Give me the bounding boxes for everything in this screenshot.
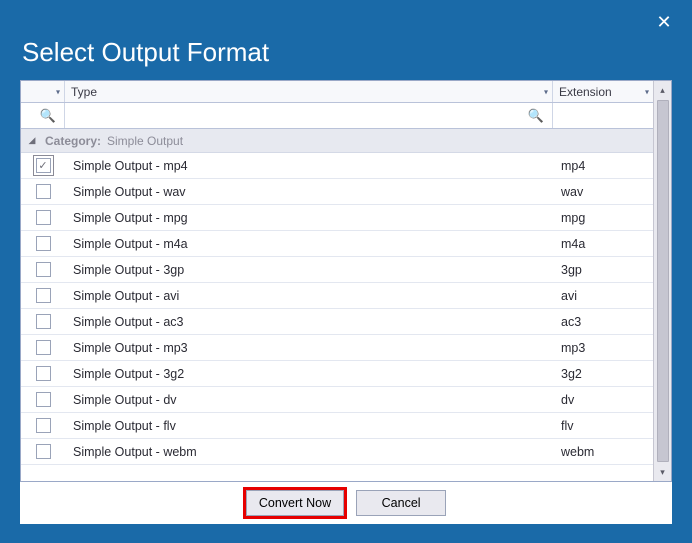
table-row[interactable]: Simple Output - mp3mp3 <box>21 335 653 361</box>
table-row[interactable]: Simple Output - flvflv <box>21 413 653 439</box>
row-extension-cell: 3gp <box>553 257 653 282</box>
row-check-cell <box>21 205 65 230</box>
row-extension-cell: ac3 <box>553 309 653 334</box>
table-row[interactable]: Simple Output - wavwav <box>21 179 653 205</box>
table-row[interactable]: Simple Output - m4am4a <box>21 231 653 257</box>
row-checkbox[interactable] <box>36 340 51 355</box>
title-bar: Select Output Format ✕ <box>2 2 690 80</box>
row-type-cell: Simple Output - mp3 <box>65 335 553 360</box>
row-extension-cell: mpg <box>553 205 653 230</box>
row-type-cell: Simple Output - ac3 <box>65 309 553 334</box>
table-row[interactable]: Simple Output - ac3ac3 <box>21 309 653 335</box>
row-type-cell: Simple Output - flv <box>65 413 553 438</box>
row-extension-cell: m4a <box>553 231 653 256</box>
row-check-cell <box>21 179 65 204</box>
table-row[interactable]: Simple Output - 3g23g2 <box>21 361 653 387</box>
dialog-title: Select Output Format <box>22 37 269 80</box>
dialog-content: ▾ Type ▾ Extension ▾ 🔍 <box>20 80 672 524</box>
filter-extension-input[interactable] <box>557 106 653 126</box>
vertical-scrollbar[interactable]: ▴ ▾ <box>653 81 671 481</box>
header-extension-column[interactable]: Extension ▾ <box>553 81 653 102</box>
row-checkbox[interactable] <box>36 158 51 173</box>
table-row[interactable]: Simple Output - dvdv <box>21 387 653 413</box>
row-checkbox[interactable] <box>36 366 51 381</box>
grid: ▾ Type ▾ Extension ▾ 🔍 <box>20 80 672 482</box>
filter-type-cell: 🔍 <box>65 103 553 128</box>
row-checkbox[interactable] <box>36 210 51 225</box>
group-name: Simple Output <box>107 134 183 148</box>
row-extension-cell: 3g2 <box>553 361 653 386</box>
row-checkbox[interactable] <box>36 314 51 329</box>
scroll-thumb[interactable] <box>657 100 669 462</box>
row-extension-cell: webm <box>553 439 653 464</box>
row-type-cell: Simple Output - m4a <box>65 231 553 256</box>
row-checkbox[interactable] <box>36 444 51 459</box>
grid-filter-row: 🔍 🔍 🔍 <box>21 103 653 129</box>
row-check-cell <box>21 231 65 256</box>
row-check-cell <box>21 153 65 178</box>
row-check-cell <box>21 283 65 308</box>
row-type-cell: Simple Output - wav <box>65 179 553 204</box>
collapse-icon[interactable]: ◢ <box>25 134 39 148</box>
dialog-footer: Convert Now Cancel <box>20 482 672 524</box>
row-type-cell: Simple Output - 3g2 <box>65 361 553 386</box>
filter-extension-cell: 🔍 <box>553 103 653 128</box>
row-check-cell <box>21 335 65 360</box>
filter-type-input[interactable] <box>69 106 524 126</box>
grid-header-row: ▾ Type ▾ Extension ▾ <box>21 81 653 103</box>
row-check-cell <box>21 439 65 464</box>
row-type-cell: Simple Output - avi <box>65 283 553 308</box>
row-extension-cell: mp3 <box>553 335 653 360</box>
dialog-window: Select Output Format ✕ ▾ Type ▾ Extensio… <box>0 0 692 543</box>
row-check-cell <box>21 413 65 438</box>
row-type-cell: Simple Output - mp4 <box>65 153 553 178</box>
row-extension-cell: avi <box>553 283 653 308</box>
table-row[interactable]: Simple Output - 3gp3gp <box>21 257 653 283</box>
group-header[interactable]: ◢ Category: Simple Output <box>21 129 653 153</box>
chevron-down-icon[interactable]: ▾ <box>544 87 548 96</box>
chevron-down-icon[interactable]: ▾ <box>56 87 60 96</box>
header-type-column[interactable]: Type ▾ <box>65 81 553 102</box>
table-row[interactable]: Simple Output - mpgmpg <box>21 205 653 231</box>
row-check-cell <box>21 361 65 386</box>
group-category-label: Category: <box>45 134 101 148</box>
convert-now-button[interactable]: Convert Now <box>246 490 344 516</box>
table-row[interactable]: Simple Output - webmwebm <box>21 439 653 465</box>
close-icon[interactable]: ✕ <box>652 10 676 34</box>
table-row[interactable]: Simple Output - aviavi <box>21 283 653 309</box>
table-row[interactable]: Simple Output - mp4mp4 <box>21 153 653 179</box>
row-type-cell: Simple Output - mpg <box>65 205 553 230</box>
row-check-cell <box>21 387 65 412</box>
header-check-column[interactable]: ▾ <box>21 81 65 102</box>
grid-rows: Simple Output - mp4mp4Simple Output - wa… <box>21 153 653 465</box>
row-type-cell: Simple Output - webm <box>65 439 553 464</box>
row-checkbox[interactable] <box>36 288 51 303</box>
scroll-down-icon[interactable]: ▾ <box>654 463 671 481</box>
row-check-cell <box>21 257 65 282</box>
row-checkbox[interactable] <box>36 184 51 199</box>
row-extension-cell: wav <box>553 179 653 204</box>
row-extension-cell: flv <box>553 413 653 438</box>
header-type-label: Type <box>71 85 97 99</box>
row-type-cell: Simple Output - dv <box>65 387 553 412</box>
row-extension-cell: dv <box>553 387 653 412</box>
header-extension-label: Extension <box>559 85 612 99</box>
scroll-up-icon[interactable]: ▴ <box>654 81 671 99</box>
row-check-cell <box>21 309 65 334</box>
search-icon[interactable]: 🔍 <box>36 108 60 124</box>
row-checkbox[interactable] <box>36 392 51 407</box>
filter-check-cell[interactable]: 🔍 <box>21 103 65 128</box>
row-checkbox[interactable] <box>36 236 51 251</box>
row-checkbox[interactable] <box>36 262 51 277</box>
grid-main: ▾ Type ▾ Extension ▾ 🔍 <box>21 81 653 481</box>
chevron-down-icon[interactable]: ▾ <box>645 87 649 96</box>
row-extension-cell: mp4 <box>553 153 653 178</box>
cancel-button[interactable]: Cancel <box>356 490 446 516</box>
row-type-cell: Simple Output - 3gp <box>65 257 553 282</box>
search-icon[interactable]: 🔍 <box>524 108 548 124</box>
row-checkbox[interactable] <box>36 418 51 433</box>
